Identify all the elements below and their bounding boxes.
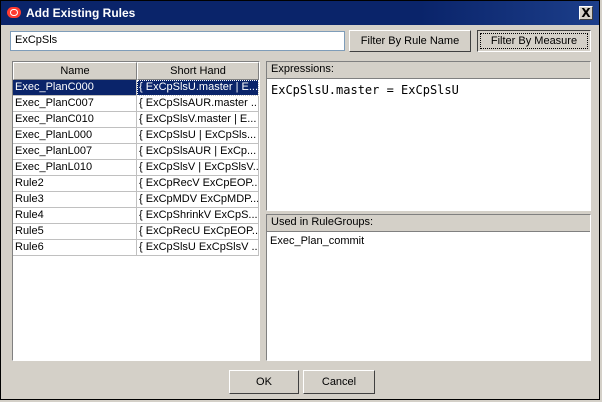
close-button[interactable]: X xyxy=(579,6,593,20)
table-row[interactable]: Rule6{ ExCpSlsU ExCpSlsV ... xyxy=(13,240,259,256)
used-in-header: Used in RuleGroups: xyxy=(267,215,590,232)
used-in-rulegroups-panel: Used in RuleGroups: Exec_Plan_commit xyxy=(266,214,591,361)
ok-button[interactable]: OK xyxy=(229,370,299,394)
short-hand-cell[interactable]: { ExCpSlsU | ExCpSls... xyxy=(137,128,259,144)
short-hand-cell[interactable]: { ExCpSlsAUR.master ... xyxy=(137,96,259,112)
short-hand-cell[interactable]: { ExCpShrinkV ExCpS... xyxy=(137,208,259,224)
table-header: Name Short Hand xyxy=(13,62,259,80)
short-hand-cell[interactable]: { ExCpRecV ExCpEOP... xyxy=(137,176,259,192)
rule-name-cell[interactable]: Exec_PlanC010 xyxy=(13,112,137,128)
rules-table[interactable]: Name Short Hand Exec_PlanC000{ ExCpSlsU.… xyxy=(12,61,260,361)
rule-name-cell[interactable]: Exec_PlanC000 xyxy=(13,80,137,96)
short-hand-cell[interactable]: { ExCpRecU ExCpEOP... xyxy=(137,224,259,240)
table-row[interactable]: Exec_PlanL010{ ExCpSlsV | ExCpSlsV... xyxy=(13,160,259,176)
expressions-header: Expressions: xyxy=(267,62,590,79)
short-hand-cell[interactable]: { ExCpSlsV | ExCpSlsV... xyxy=(137,160,259,176)
splitter[interactable] xyxy=(262,61,264,361)
dialog-title: Add Existing Rules xyxy=(26,6,136,20)
short-hand-cell[interactable]: { ExCpMDV ExCpMDP... xyxy=(137,192,259,208)
rule-name-cell[interactable]: Rule5 xyxy=(13,224,137,240)
expression-text[interactable]: ExCpSlsU.master = ExCpSlsU xyxy=(267,79,590,101)
table-row[interactable]: Exec_PlanL007{ ExCpSlsAUR | ExCp... xyxy=(13,144,259,160)
table-row[interactable]: Rule2{ ExCpRecV ExCpEOP... xyxy=(13,176,259,192)
rulegroup-item[interactable]: Exec_Plan_commit xyxy=(267,232,590,250)
rule-name-cell[interactable]: Rule6 xyxy=(13,240,137,256)
rule-name-cell[interactable]: Rule4 xyxy=(13,208,137,224)
short-hand-cell[interactable]: { ExCpSlsAUR | ExCp... xyxy=(137,144,259,160)
rule-name-cell[interactable]: Exec_PlanL007 xyxy=(13,144,137,160)
rule-name-cell[interactable]: Exec_PlanL010 xyxy=(13,160,137,176)
table-row[interactable]: Exec_PlanL000{ ExCpSlsU | ExCpSls... xyxy=(13,128,259,144)
short-hand-cell[interactable]: { ExCpSlsU ExCpSlsV ... xyxy=(137,240,259,256)
title-bar[interactable]: Add Existing Rules X xyxy=(1,1,599,25)
short-hand-cell[interactable]: { ExCpSlsU.master | E... xyxy=(137,80,259,96)
rule-name-cell[interactable]: Exec_PlanC007 xyxy=(13,96,137,112)
rule-name-cell[interactable]: Rule3 xyxy=(13,192,137,208)
column-header-short-hand[interactable]: Short Hand xyxy=(137,62,259,80)
rule-name-cell[interactable]: Rule2 xyxy=(13,176,137,192)
rule-name-cell[interactable]: Exec_PlanL000 xyxy=(13,128,137,144)
table-row[interactable]: Rule3{ ExCpMDV ExCpMDP... xyxy=(13,192,259,208)
short-hand-cell[interactable]: { ExCpSlsV.master | E... xyxy=(137,112,259,128)
filter-by-measure-button[interactable]: Filter By Measure xyxy=(477,30,591,52)
expressions-panel: Expressions: ExCpSlsU.master = ExCpSlsU xyxy=(266,61,591,211)
search-input[interactable]: ExCpSls xyxy=(10,31,345,51)
table-body: Exec_PlanC000{ ExCpSlsU.master | E... Exe… xyxy=(13,80,259,256)
table-row[interactable]: Exec_PlanC007{ ExCpSlsAUR.master ... xyxy=(13,96,259,112)
table-row[interactable]: Rule4{ ExCpShrinkV ExCpS... xyxy=(13,208,259,224)
column-header-name[interactable]: Name xyxy=(13,62,137,80)
table-row[interactable]: Exec_PlanC000{ ExCpSlsU.master | E... xyxy=(13,80,259,96)
table-row[interactable]: Exec_PlanC010{ ExCpSlsV.master | E... xyxy=(13,112,259,128)
cancel-button[interactable]: Cancel xyxy=(303,370,375,394)
add-existing-rules-dialog: Add Existing Rules X ExCpSls Filter By R… xyxy=(0,0,600,400)
filter-by-rule-name-button[interactable]: Filter By Rule Name xyxy=(349,30,471,52)
table-row[interactable]: Rule5{ ExCpRecU ExCpEOP... xyxy=(13,224,259,240)
oracle-logo-icon xyxy=(7,7,21,18)
